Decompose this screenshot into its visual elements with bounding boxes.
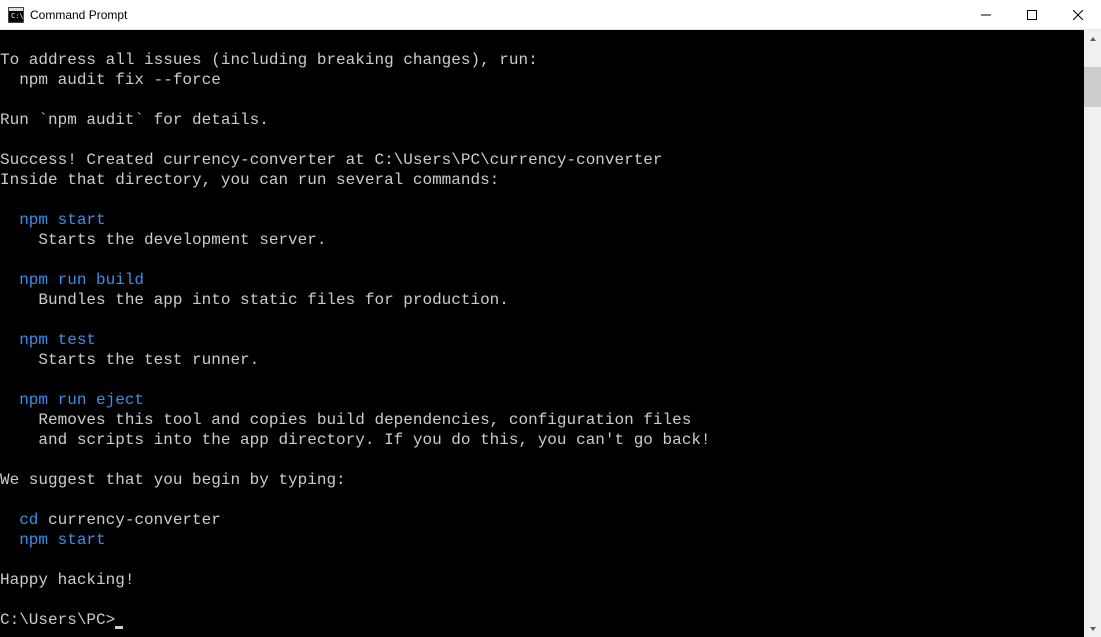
terminal-line [0,490,1084,510]
terminal-line [0,590,1084,610]
window-controls [963,0,1101,29]
terminal-line: Starts the test runner. [0,350,1084,370]
terminal-line: npm run build [0,270,1084,290]
command-text: cd [19,511,38,529]
terminal-line: Happy hacking! [0,570,1084,590]
terminal-line: Removes this tool and copies build depen… [0,410,1084,430]
terminal-line [0,190,1084,210]
terminal-wrapper: To address all issues (including breakin… [0,30,1101,637]
scrollbar-thumb[interactable] [1084,67,1101,107]
command-text: npm run eject [19,391,144,409]
close-button[interactable] [1055,0,1101,29]
command-text: npm start [19,531,105,549]
terminal-line: npm test [0,330,1084,350]
terminal-line: npm start [0,530,1084,550]
terminal-line [0,310,1084,330]
terminal-line: npm start [0,210,1084,230]
terminal-line: Inside that directory, you can run sever… [0,170,1084,190]
terminal-line: cd currency-converter [0,510,1084,530]
command-text: npm test [19,331,96,349]
window-title: Command Prompt [30,8,963,22]
cursor [115,626,123,629]
terminal-line [0,370,1084,390]
command-text: npm run build [19,271,144,289]
terminal-line: npm run eject [0,390,1084,410]
terminal-line [0,90,1084,110]
terminal-line: Bundles the app into static files for pr… [0,290,1084,310]
window-titlebar: C:\ Command Prompt [0,0,1101,30]
terminal-line: To address all issues (including breakin… [0,50,1084,70]
terminal-line [0,250,1084,270]
terminal-line [0,30,1084,50]
terminal-line [0,550,1084,570]
terminal-line: Run `npm audit` for details. [0,110,1084,130]
scroll-up-button[interactable] [1084,30,1101,47]
scrollbar-track[interactable] [1084,47,1101,620]
terminal-line [0,130,1084,150]
terminal-line: and scripts into the app directory. If y… [0,430,1084,450]
maximize-button[interactable] [1009,0,1055,29]
svg-text:C:\: C:\ [11,12,24,20]
command-text: npm start [19,211,105,229]
minimize-button[interactable] [963,0,1009,29]
terminal-line: Starts the development server. [0,230,1084,250]
vertical-scrollbar[interactable] [1084,30,1101,637]
terminal-output[interactable]: To address all issues (including breakin… [0,30,1084,637]
terminal-line: Success! Created currency-converter at C… [0,150,1084,170]
terminal-line [0,450,1084,470]
terminal-line: npm audit fix --force [0,70,1084,90]
scroll-down-button[interactable] [1084,620,1101,637]
cmd-icon: C:\ [8,7,24,23]
terminal-line: C:\Users\PC> [0,610,1084,630]
terminal-line: We suggest that you begin by typing: [0,470,1084,490]
